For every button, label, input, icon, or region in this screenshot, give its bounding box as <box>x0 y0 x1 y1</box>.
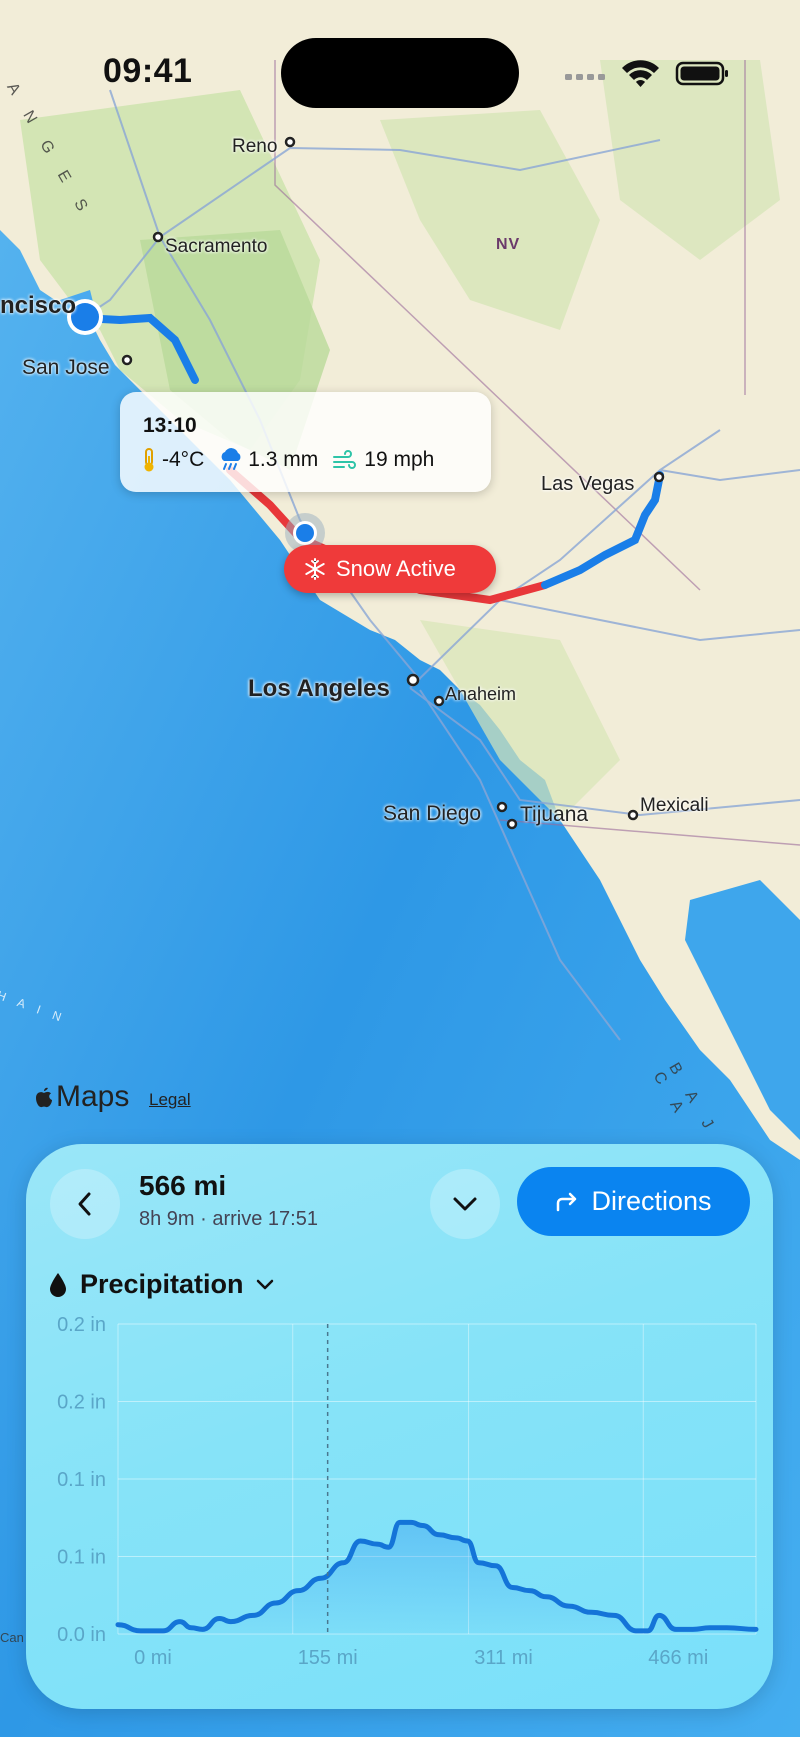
chevron-down-icon <box>453 1197 477 1211</box>
metric-selector[interactable]: Precipitation <box>48 1269 274 1300</box>
status-time: 09:41 <box>103 52 193 90</box>
chart-x-tick-label: 155 mi <box>298 1647 358 1669</box>
map-label-las-vegas: Las Vegas <box>541 473 635 495</box>
turn-right-arrow-icon <box>557 1192 577 1211</box>
callout-temperature: -4°C <box>162 448 205 471</box>
map-label-mexicali: Mexicali <box>640 795 709 816</box>
map-label-tijuana: Tijuana <box>520 803 589 826</box>
map-label-nv: NV <box>496 236 521 253</box>
cellular-signal-icon <box>565 74 605 80</box>
map-label-reno: Reno <box>232 136 278 157</box>
chart-x-tick-label: 311 mi <box>474 1647 533 1669</box>
map-label-anaheim: Anaheim <box>445 684 517 704</box>
rain-cloud-icon <box>218 447 244 473</box>
map-label-sacramento: Sacramento <box>165 236 268 257</box>
maps-logo-text: Maps <box>56 1080 130 1113</box>
map-label-los-angeles: Los Angeles <box>248 675 390 702</box>
weather-callout[interactable]: 13:10 -4°C 1.3 mm 19 mph <box>120 392 491 492</box>
chart-y-tick-label: 0.1 in <box>57 1547 106 1569</box>
dynamic-island <box>281 38 519 108</box>
status-icons <box>565 58 735 93</box>
snow-alert-label: Snow Active <box>336 556 456 581</box>
metric-label: Precipitation <box>80 1269 244 1299</box>
drop-icon <box>50 1272 66 1297</box>
snow-alert-pill[interactable]: Snow Active <box>284 545 496 593</box>
chevron-left-icon <box>78 1192 91 1216</box>
chart-y-tick-label: 0.2 in <box>57 1392 106 1414</box>
chart-y-tick-label: 0.0 in <box>57 1624 106 1646</box>
back-button[interactable] <box>50 1169 120 1239</box>
route-distance: 566 mi <box>139 1170 227 1201</box>
directions-button[interactable]: Directions <box>517 1167 750 1236</box>
map-label-can: Can <box>0 1630 24 1645</box>
map-label-san-diego: San Diego <box>383 802 482 825</box>
chart-y-tick-label: 0.1 in <box>57 1469 106 1491</box>
precipitation-chart[interactable]: 0.2 in 0.2 in 0.1 in 0.1 in 0.0 in 0 mi 155 mi… <box>26 1314 773 1709</box>
chart-x-tick-label: 0 mi <box>134 1647 172 1669</box>
callout-precipitation: 1.3 mm <box>248 448 319 471</box>
directions-label: Directions <box>591 1186 712 1216</box>
maps-attribution: Maps <box>34 1080 129 1114</box>
snowflake-icon <box>304 558 326 580</box>
thermometer-icon <box>140 447 158 473</box>
apple-logo-icon <box>34 1085 54 1109</box>
map-label-san-jose: San Jose <box>22 356 110 379</box>
chart-x-tick-label: 466 mi <box>648 1647 708 1669</box>
callout-conditions: -4°C 1.3 mm 19 mph <box>140 447 434 473</box>
legal-link[interactable]: Legal <box>149 1090 191 1110</box>
callout-time: 13:10 <box>143 414 197 437</box>
chevron-down-icon <box>256 1279 273 1289</box>
route-sheet: 566 mi 8h 9m · arrive 17:51 Directions P… <box>26 1144 773 1709</box>
wind-icon <box>332 449 358 471</box>
battery-icon <box>675 61 728 86</box>
callout-wind: 19 mph <box>364 448 435 471</box>
map-label-san-francisco: ncisco <box>0 292 77 319</box>
expand-button[interactable] <box>430 1169 500 1239</box>
route-duration: 8h 9m · arrive 17:51 <box>139 1208 318 1230</box>
wifi-icon <box>622 60 659 87</box>
chart-y-tick-label: 0.2 in <box>57 1314 106 1336</box>
